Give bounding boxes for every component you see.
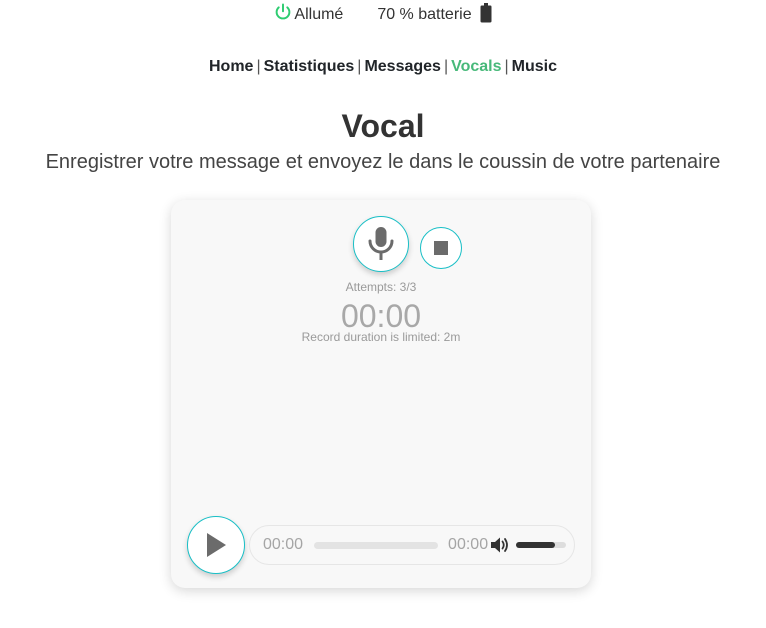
battery-icon xyxy=(480,3,492,23)
battery-status: 70 % batterie xyxy=(377,3,492,25)
nav-music[interactable]: Music xyxy=(512,58,557,75)
nav-separator: | xyxy=(357,58,362,75)
record-button[interactable] xyxy=(353,216,409,272)
power-status-label: Allumé xyxy=(294,6,344,23)
play-button[interactable] xyxy=(187,516,245,574)
volume-icon xyxy=(491,537,508,553)
nav-vocals[interactable]: Vocals xyxy=(451,58,501,75)
total-time: 00:00 xyxy=(448,536,489,553)
record-timer: 00:00 xyxy=(340,298,422,334)
volume-slider[interactable] xyxy=(516,542,567,548)
power-status: Allumé xyxy=(274,3,344,24)
seek-bar[interactable] xyxy=(314,541,439,549)
volume-level xyxy=(516,542,556,548)
volume-button[interactable] xyxy=(490,536,510,554)
page-title: Vocal xyxy=(341,108,425,144)
battery-status-label: 70 % batterie xyxy=(377,6,472,23)
status-bar: Allumé 70 % batterie xyxy=(0,0,766,30)
record-limit-note: Record duration is limited: 2m xyxy=(301,330,461,344)
page-subtitle: Enregistrer votre message et envoyez le … xyxy=(45,151,721,173)
audio-player: 00:00 00:00 xyxy=(249,525,575,565)
nav-messages[interactable]: Messages xyxy=(364,58,441,75)
microphone-icon xyxy=(368,227,394,260)
power-icon xyxy=(276,3,291,20)
current-time: 00:00 xyxy=(263,536,304,553)
recorder-card: Attempts: 3/3 00:00 Record duration is l… xyxy=(171,200,591,588)
play-icon xyxy=(207,533,226,557)
stop-icon xyxy=(434,241,448,255)
attempts-counter: Attempts: 3/3 xyxy=(345,280,417,294)
nav-home[interactable]: Home xyxy=(209,58,253,75)
stop-button[interactable] xyxy=(420,227,462,269)
nav-separator: | xyxy=(443,58,449,75)
nav-separator: | xyxy=(504,58,509,75)
nav-separator: | xyxy=(256,58,261,75)
main-nav: Home | Statistiques | Messages | Vocals | Music xyxy=(0,58,766,76)
nav-statistiques[interactable]: Statistiques xyxy=(264,58,355,75)
